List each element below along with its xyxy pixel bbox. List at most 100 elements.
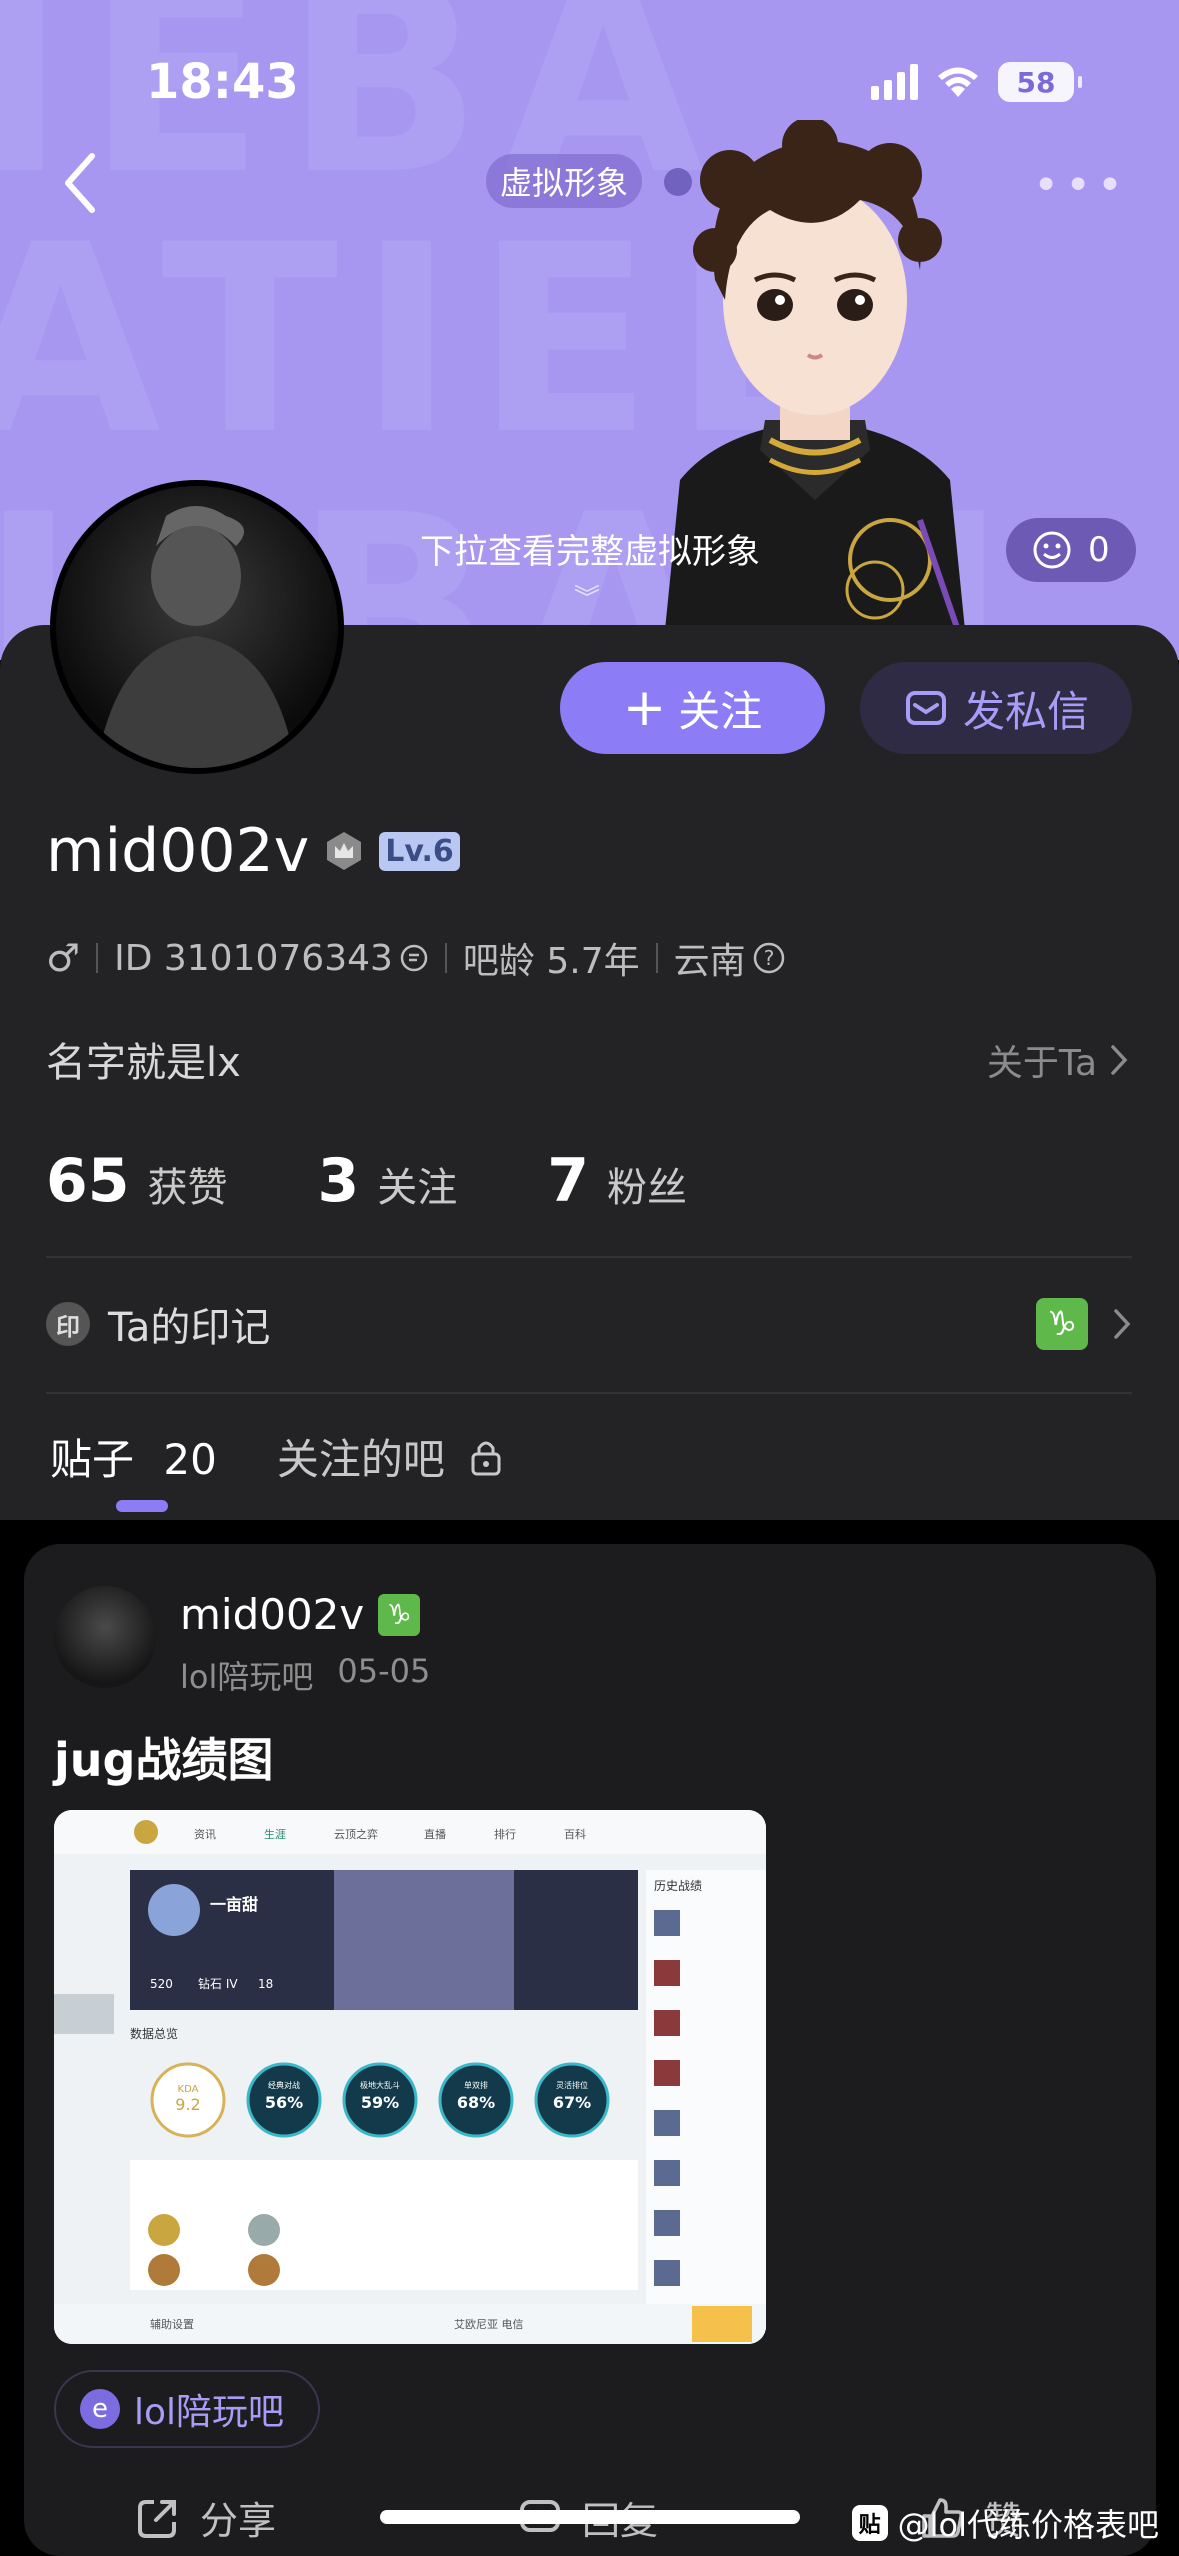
profile-avatar[interactable] bbox=[50, 480, 344, 774]
forum-age: 吧龄 5.7年 bbox=[462, 941, 640, 982]
post-title[interactable]: jug战绩图 bbox=[54, 1724, 273, 1790]
chevron-right-icon bbox=[1111, 1045, 1128, 1075]
stat-a: 520 bbox=[150, 1977, 173, 1991]
post-meta: lol陪玩吧 05-05 bbox=[180, 1652, 430, 1698]
history-title: 历史战绩 bbox=[654, 1879, 702, 1893]
about-ta-link[interactable]: 关于Ta bbox=[987, 1034, 1129, 1086]
circle-label: 单双排 bbox=[464, 2080, 488, 2090]
status-time: 18:43 bbox=[146, 54, 299, 110]
divider bbox=[96, 943, 99, 973]
svg-text:?: ? bbox=[763, 946, 774, 970]
seal-icon: 印 bbox=[46, 1302, 90, 1346]
section-divider bbox=[46, 1256, 1132, 1258]
share-button[interactable]: 分享 bbox=[134, 2490, 276, 2545]
stat-label: 关注 bbox=[377, 1165, 458, 1211]
post-author-name[interactable]: mid002v bbox=[180, 1590, 364, 1639]
level-badge[interactable]: Lv.6 bbox=[379, 831, 460, 871]
help-icon[interactable]: ? bbox=[752, 941, 786, 975]
forum-icon: e bbox=[80, 2389, 120, 2429]
avatar-like-counter[interactable]: 0 bbox=[1006, 518, 1136, 582]
post-author-avatar[interactable] bbox=[54, 1586, 156, 1688]
tab-followed-label: 关注的吧 bbox=[276, 1435, 445, 1484]
stat-label: 获赞 bbox=[147, 1165, 228, 1211]
nav-item: 排行 bbox=[494, 1827, 516, 1841]
chevron-right-icon bbox=[1114, 1309, 1131, 1339]
send-message-button[interactable]: 发私信 bbox=[860, 662, 1132, 754]
forum-chip[interactable]: e lol陪玩吧 bbox=[54, 2370, 321, 2448]
section-divider bbox=[46, 1392, 1132, 1394]
nav-item: 生涯 bbox=[264, 1827, 286, 1841]
follow-button-label: 关注 bbox=[678, 686, 763, 736]
divider bbox=[444, 943, 447, 973]
capricorn-badge-icon: ♑ bbox=[378, 1593, 421, 1636]
crown-badge-icon[interactable] bbox=[321, 828, 367, 874]
male-icon: ♂ bbox=[46, 936, 81, 980]
about-label: 关于Ta bbox=[986, 1043, 1097, 1084]
profile-info-row: ♂ ID 3101076343 吧龄 5.7年 云南 ? bbox=[46, 932, 786, 984]
section-title: 数据总览 bbox=[130, 2026, 178, 2041]
kda-value: 9.2 bbox=[175, 2095, 200, 2114]
nav-item: 资讯 bbox=[194, 1828, 216, 1841]
profile-username-row: mid002v Lv.6 bbox=[46, 816, 460, 886]
virtual-avatar-chip[interactable]: 虚拟形象 bbox=[486, 154, 643, 208]
stat-number: 7 bbox=[547, 1146, 589, 1216]
battery-icon: 58 bbox=[998, 62, 1082, 102]
copy-icon[interactable] bbox=[399, 943, 429, 973]
pull-down-hint: 下拉查看完整虚拟形象 bbox=[420, 532, 760, 572]
post-forum: lol陪玩吧 bbox=[180, 1658, 314, 1696]
tab-posts-label: 贴子 bbox=[50, 1435, 135, 1484]
post-date: 05-05 bbox=[337, 1652, 431, 1690]
stat-b: 18 bbox=[258, 1977, 273, 1991]
profile-tabs: 贴子 20 关注的吧 bbox=[50, 1426, 503, 1487]
share-label: 分享 bbox=[200, 2499, 277, 2543]
circle-pct: 67% bbox=[553, 2093, 591, 2112]
capricorn-badge-icon: ♑ bbox=[1036, 1298, 1088, 1350]
post-image[interactable]: 资讯 生涯 云顶之弈 直播 排行 百科 一亩甜 520 钻石 IV 18 历史战… bbox=[54, 1810, 766, 2344]
forum-chip-label: lol陪玩吧 bbox=[134, 2392, 285, 2433]
tieba-logo-icon: 贴 bbox=[851, 2505, 888, 2541]
mark-label: Ta的印记 bbox=[108, 1305, 271, 1351]
footer-left: 辅助设置 bbox=[150, 2317, 194, 2331]
location: 云南 bbox=[673, 941, 746, 982]
nav-item: 直播 bbox=[424, 1827, 446, 1841]
circle-pct: 56% bbox=[265, 2093, 303, 2112]
profile-username: mid002v bbox=[46, 816, 310, 886]
circle-pct: 59% bbox=[361, 2093, 399, 2112]
cellular-signal-icon bbox=[871, 64, 918, 100]
nav-item: 百科 bbox=[564, 1827, 586, 1841]
back-button[interactable] bbox=[56, 148, 106, 218]
virtual-avatar-character[interactable] bbox=[620, 120, 1010, 660]
game-stats-screenshot: 资讯 生涯 云顶之弈 直播 排行 百科 一亩甜 520 钻石 IV 18 历史战… bbox=[54, 1810, 766, 2344]
tab-posts[interactable]: 贴子 20 bbox=[50, 1426, 217, 1487]
user-id: ID 3101076343 bbox=[114, 937, 393, 979]
circle-label: 灵活排位 bbox=[556, 2080, 588, 2090]
mail-icon bbox=[905, 691, 946, 725]
stat-likes[interactable]: 65 获赞 bbox=[46, 1146, 228, 1216]
ta-mark-row[interactable]: 印 Ta的印记 ♑ bbox=[46, 1294, 1132, 1354]
more-options-icon[interactable]: ••• bbox=[1033, 160, 1129, 211]
share-icon bbox=[138, 2499, 176, 2538]
active-tab-indicator bbox=[116, 1500, 168, 1512]
nav-item: 云顶之弈 bbox=[334, 1827, 378, 1841]
like-count: 0 bbox=[1088, 530, 1110, 570]
circle-label: 极地大乱斗 bbox=[360, 2080, 400, 2090]
avatar-silhouette bbox=[96, 506, 296, 768]
stat-label: 粉丝 bbox=[607, 1165, 687, 1211]
stat-followers[interactable]: 7 粉丝 bbox=[547, 1146, 687, 1216]
profile-stats: 65 获赞 3 关注 7 粉丝 bbox=[46, 1146, 687, 1216]
profile-bio: 名字就是lx bbox=[46, 1040, 241, 1086]
player-name: 一亩甜 bbox=[210, 1895, 258, 1914]
stat-number: 65 bbox=[46, 1146, 130, 1216]
circle-pct: 68% bbox=[457, 2093, 495, 2112]
post-author-row: mid002v ♑ bbox=[180, 1590, 421, 1639]
stat-number: 3 bbox=[317, 1146, 360, 1216]
wifi-icon bbox=[938, 67, 978, 97]
footer-right: 艾欧尼亚 电信 bbox=[454, 2318, 524, 2331]
watermark-text: @lol代练价格表吧 bbox=[897, 2506, 1159, 2544]
stat-following[interactable]: 3 关注 bbox=[318, 1146, 458, 1216]
chevron-down-icon: ︾ bbox=[574, 584, 601, 614]
tab-followed-forums[interactable]: 关注的吧 bbox=[277, 1426, 503, 1487]
follow-button[interactable]: + 关注 bbox=[560, 662, 825, 754]
tab-posts-count: 20 bbox=[163, 1435, 217, 1484]
home-indicator[interactable] bbox=[380, 2510, 800, 2524]
